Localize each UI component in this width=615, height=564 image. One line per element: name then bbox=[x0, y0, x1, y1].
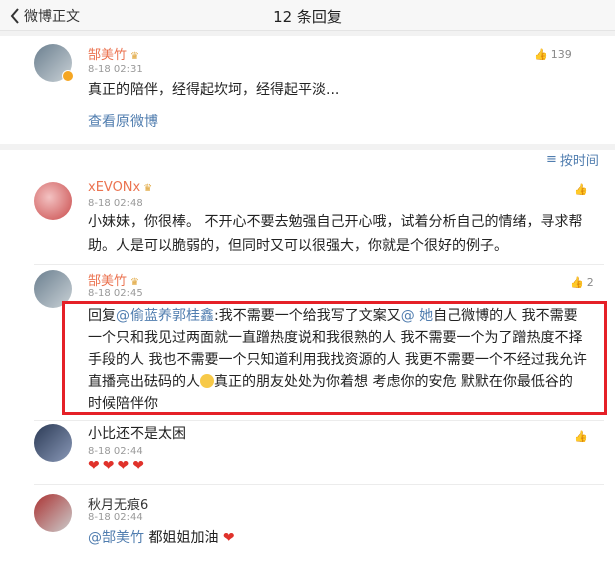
sort-by-time-button[interactable]: ≡ 按时间 bbox=[546, 150, 599, 169]
thumbs-up-icon: 👍 bbox=[570, 276, 584, 289]
crown-icon: ♛ bbox=[143, 183, 153, 194]
mention-link[interactable]: @郜美竹 bbox=[88, 530, 144, 546]
avatar[interactable] bbox=[34, 494, 72, 532]
sort-icon: ≡ bbox=[546, 152, 557, 167]
reply-content-line: 助。人是可以脆弱的，但同时又可以很强大，你就是个很好的例子。 bbox=[88, 238, 508, 254]
highlight-box bbox=[62, 301, 607, 415]
thumbs-up-icon: 👍 bbox=[534, 48, 548, 61]
crown-icon: ♛ bbox=[130, 51, 139, 62]
verified-icon bbox=[62, 70, 74, 82]
reply-date: 8-18 02:45 bbox=[88, 288, 143, 299]
emoji-row: ❤❤❤❤ bbox=[88, 458, 147, 474]
reply-author[interactable]: 郜美竹 ♛ bbox=[88, 270, 139, 289]
reply-content-line: @郜美竹 都姐姐加油 ❤ bbox=[88, 530, 235, 546]
reply-date: 8-18 02:44 bbox=[88, 446, 143, 457]
like-button[interactable]: 👍 139 bbox=[534, 48, 572, 61]
thumbs-up-icon: 👍 bbox=[574, 183, 588, 196]
post-content: 真正的陪伴，经得起坎坷，经得起平淡... bbox=[88, 82, 340, 98]
post-author[interactable]: 郜美竹 ♛ bbox=[88, 44, 139, 63]
divider bbox=[34, 420, 604, 421]
divider bbox=[34, 484, 604, 485]
like-button[interactable]: 👍 bbox=[574, 183, 588, 196]
thumbs-up-icon: 👍 bbox=[574, 430, 588, 443]
reply-content-line: 小比还不是太困 bbox=[88, 426, 186, 442]
reply-date: 8-18 02:48 bbox=[88, 198, 143, 209]
heart-icon: ❤ bbox=[222, 530, 235, 546]
reply-content-line: 小妹妹，你很棒。 不开心不要去勉强自己开心哦，试着分析自己的情绪，寻求帮 bbox=[88, 214, 583, 230]
like-button[interactable]: 👍 2 bbox=[570, 276, 594, 289]
avatar[interactable] bbox=[34, 182, 72, 220]
reply-date: 8-18 02:44 bbox=[88, 512, 143, 523]
view-original-link[interactable]: 查看原微博 bbox=[88, 110, 158, 134]
post-date: 8-18 02:31 bbox=[88, 64, 143, 75]
reply-author[interactable]: xEVONx ♛ bbox=[88, 180, 152, 195]
reply-author[interactable]: 秋月无痕6 bbox=[88, 494, 148, 513]
crown-icon: ♛ bbox=[130, 277, 139, 288]
like-button[interactable]: 👍 bbox=[574, 430, 588, 443]
avatar[interactable] bbox=[34, 424, 72, 462]
page-title: 12 条回复 bbox=[273, 8, 342, 26]
divider bbox=[34, 264, 604, 265]
